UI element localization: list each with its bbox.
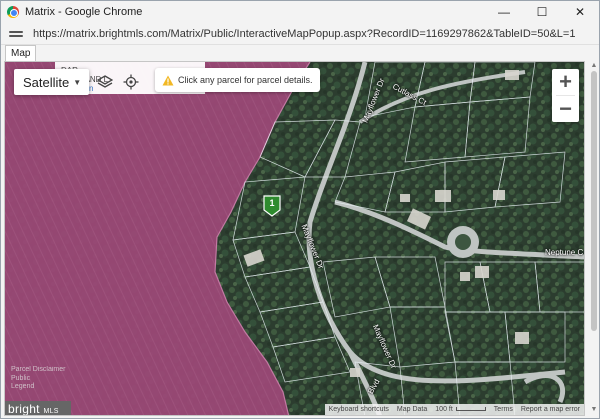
tab-map[interactable]: Map [5,45,37,61]
disclaimer-link[interactable]: Parcel Disclaimer [11,366,65,375]
map-type-label: Satellite [23,74,70,90]
caret-down-icon: ▼ [73,77,82,87]
map-type-control: Satellite ▼ [14,69,90,95]
map-type-button[interactable]: Satellite ▼ [14,69,89,95]
close-button[interactable]: ✕ [561,1,599,23]
layers-icon[interactable] [97,74,113,90]
address-bar: https://matrix.brightmls.com/Matrix/Publ… [1,23,599,45]
zoom-control: + − [552,69,579,122]
map-tools [97,69,139,95]
maximize-button[interactable]: ☐ [523,1,561,23]
scroll-up-icon[interactable]: ▲ [590,62,598,70]
brightmls-logo: bright MLS [5,401,71,416]
minimize-button[interactable]: — [485,1,523,23]
zoom-out-button[interactable]: − [552,96,579,122]
hint-text: Click any parcel for parcel details. [178,75,313,85]
keyboard-shortcuts-link[interactable]: Keyboard shortcuts [325,406,393,413]
scrollbar-thumb[interactable] [591,71,597,331]
vertical-scrollbar[interactable]: ▲ ▼ [589,61,599,416]
window-controls: — ☐ ✕ [485,1,599,23]
zoom-in-button[interactable]: + [552,69,579,95]
parcel-hint: Click any parcel for parcel details. [155,68,320,92]
tab-strip: Map [1,45,599,61]
scroll-down-icon[interactable]: ▼ [590,406,598,414]
listing-pin[interactable]: 1 [263,195,281,217]
warning-icon [162,75,174,85]
report-error-link[interactable]: Report a map error [517,406,584,413]
logo-text: bright [8,402,40,416]
map-disclaimer: Parcel Disclaimer Public Legend [11,366,65,392]
pin-label: 1 [269,198,275,208]
locate-icon[interactable] [123,74,139,90]
chrome-icon [7,6,19,18]
browser-window: Matrix - Google Chrome — ☐ ✕ https://mat… [0,0,600,419]
street-label: Neptune C [545,248,584,257]
logo-suffix: MLS [43,408,59,415]
scale-label: 100 ft [435,406,453,413]
scale-bar [455,407,486,412]
window-title: Matrix - Google Chrome [25,6,143,18]
map-data-link[interactable]: Map Data [393,406,431,413]
terms-link[interactable]: Terms [490,406,517,413]
scale-indicator[interactable]: 100 ft [431,406,490,413]
site-info-icon[interactable] [9,30,23,37]
disclaimer-link[interactable]: Public [11,375,65,384]
url-text[interactable]: https://matrix.brightmls.com/Matrix/Publ… [33,28,575,40]
disclaimer-link[interactable]: Legend [11,383,65,392]
map-attribution: Keyboard shortcuts Map Data 100 ft Terms… [324,404,584,415]
title-bar: Matrix - Google Chrome — ☐ ✕ [1,1,599,23]
satellite-map[interactable] [5,62,585,416]
map-viewport[interactable]: DAR... CEAS AND L Commen Satellite ▼ Cli… [4,61,585,416]
